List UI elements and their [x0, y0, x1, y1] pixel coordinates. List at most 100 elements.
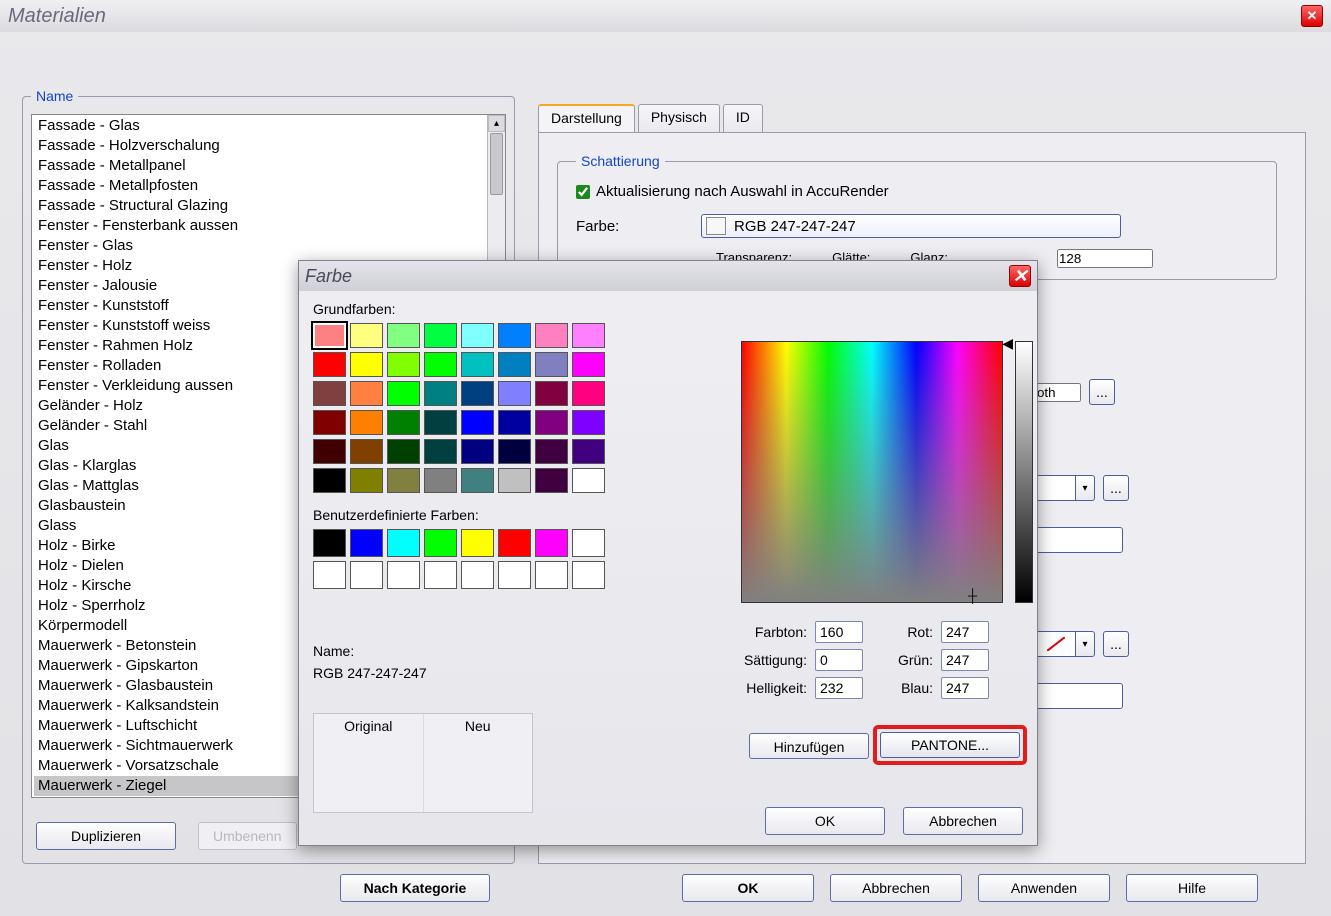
color-swatch[interactable] — [350, 323, 383, 348]
gruen-input[interactable] — [941, 649, 989, 671]
color-swatch[interactable] — [350, 410, 383, 435]
color-swatch[interactable] — [424, 381, 457, 406]
color-swatch[interactable] — [350, 352, 383, 377]
scroll-up-icon[interactable]: ▴ — [488, 115, 505, 132]
tab-physisch[interactable]: Physisch — [638, 104, 720, 132]
color-swatch[interactable] — [535, 561, 568, 589]
color-swatch[interactable] — [572, 561, 605, 589]
hell-input[interactable] — [815, 677, 863, 699]
color-swatch[interactable] — [535, 468, 568, 493]
color-swatch[interactable] — [387, 352, 420, 377]
color-swatch[interactable] — [313, 352, 346, 377]
color-ok-button[interactable]: OK — [765, 807, 885, 835]
color-swatch[interactable] — [313, 468, 346, 493]
color-swatch[interactable] — [572, 410, 605, 435]
color-swatch[interactable] — [350, 529, 383, 557]
color-swatch[interactable] — [498, 561, 531, 589]
color-swatch[interactable] — [424, 529, 457, 557]
list-item[interactable]: Fassade - Metallpfosten — [34, 176, 503, 196]
color-swatch[interactable] — [572, 468, 605, 493]
color-swatch[interactable] — [461, 529, 494, 557]
color-swatch[interactable] — [387, 381, 420, 406]
list-item[interactable]: Fenster - Fensterbank aussen — [34, 216, 503, 236]
tab-id[interactable]: ID — [723, 104, 763, 132]
color-swatch[interactable] — [313, 323, 346, 348]
color-swatch[interactable] — [461, 352, 494, 377]
list-item[interactable]: Fassade - Structural Glazing — [34, 196, 503, 216]
scroll-thumb[interactable] — [490, 133, 503, 195]
color-swatch[interactable] — [424, 323, 457, 348]
saett-input[interactable] — [815, 649, 863, 671]
color-swatch[interactable] — [313, 381, 346, 406]
color-swatch[interactable] — [461, 561, 494, 589]
color-swatch[interactable] — [387, 410, 420, 435]
color-swatch[interactable] — [572, 529, 605, 557]
blau-input[interactable] — [941, 677, 989, 699]
color-swatch[interactable] — [461, 323, 494, 348]
color-swatch[interactable] — [498, 410, 531, 435]
duplicate-button[interactable]: Duplizieren — [36, 822, 176, 850]
color-swatch[interactable] — [350, 561, 383, 589]
list-item[interactable]: Fassade - Glas — [34, 116, 503, 136]
color-swatch[interactable] — [387, 561, 420, 589]
tab-darstellung[interactable]: Darstellung — [538, 104, 635, 132]
browse-button-3[interactable]: ... — [1103, 631, 1129, 657]
color-swatch[interactable] — [313, 439, 346, 464]
color-swatch[interactable] — [313, 410, 346, 435]
color-field[interactable]: RGB 247-247-247 — [701, 214, 1121, 238]
cancel-button[interactable]: Abbrechen — [830, 874, 962, 902]
color-swatch[interactable] — [535, 323, 568, 348]
browse-button-2[interactable]: ... — [1103, 475, 1129, 501]
color-swatch[interactable] — [572, 323, 605, 348]
color-swatch[interactable] — [498, 381, 531, 406]
list-item[interactable]: Fassade - Metallpanel — [34, 156, 503, 176]
glanz-input[interactable] — [1057, 249, 1153, 268]
color-swatch[interactable] — [313, 561, 346, 589]
aux-field-2[interactable] — [1035, 527, 1123, 553]
add-color-button[interactable]: Hinzufügen — [749, 733, 869, 759]
pantone-button[interactable]: PANTONE... — [880, 732, 1020, 758]
help-button[interactable]: Hilfe — [1126, 874, 1258, 902]
color-swatch[interactable] — [572, 352, 605, 377]
color-swatch[interactable] — [498, 529, 531, 557]
color-swatch[interactable] — [498, 352, 531, 377]
color-swatch[interactable] — [424, 468, 457, 493]
close-icon[interactable]: ✕ — [1301, 5, 1323, 27]
color-swatch[interactable] — [535, 352, 568, 377]
browse-button-1[interactable]: ... — [1089, 379, 1115, 405]
accurender-checkbox[interactable] — [576, 185, 590, 199]
combo-1[interactable]: ▾ — [1035, 475, 1095, 501]
chevron-down-icon[interactable]: ▾ — [1075, 631, 1095, 657]
aux-field-1[interactable] — [1035, 383, 1081, 402]
ok-button[interactable]: OK — [682, 874, 814, 902]
apply-button[interactable]: Anwenden — [978, 874, 1110, 902]
list-item[interactable]: Fenster - Glas — [34, 236, 503, 256]
farbton-input[interactable] — [815, 621, 863, 643]
luminance-slider[interactable] — [1015, 341, 1033, 603]
color-swatch[interactable] — [350, 439, 383, 464]
rot-input[interactable] — [941, 621, 989, 643]
color-swatch[interactable] — [424, 352, 457, 377]
color-swatch[interactable] — [313, 529, 346, 557]
color-swatch[interactable] — [350, 381, 383, 406]
color-swatch[interactable] — [461, 468, 494, 493]
chevron-down-icon[interactable]: ▾ — [1075, 475, 1095, 501]
accurender-checkbox-row[interactable]: Aktualisierung nach Auswahl in AccuRende… — [576, 183, 1258, 200]
color-swatch[interactable] — [498, 439, 531, 464]
hue-sat-picker[interactable]: ┼ — [741, 341, 1003, 603]
color-swatch[interactable] — [461, 439, 494, 464]
color-swatch[interactable] — [572, 381, 605, 406]
color-swatch[interactable] — [535, 410, 568, 435]
color-swatch[interactable] — [387, 439, 420, 464]
color-swatch[interactable] — [387, 468, 420, 493]
aux-field-3[interactable] — [1035, 683, 1123, 709]
color-swatch[interactable] — [424, 410, 457, 435]
color-swatch[interactable] — [350, 468, 383, 493]
color-swatch[interactable] — [498, 323, 531, 348]
color-swatch[interactable] — [387, 323, 420, 348]
combo-2[interactable]: ▾ — [1035, 631, 1095, 657]
color-swatch[interactable] — [424, 561, 457, 589]
list-item[interactable]: Fassade - Holzverschalung — [34, 136, 503, 156]
color-swatch[interactable] — [424, 439, 457, 464]
color-swatch[interactable] — [572, 439, 605, 464]
